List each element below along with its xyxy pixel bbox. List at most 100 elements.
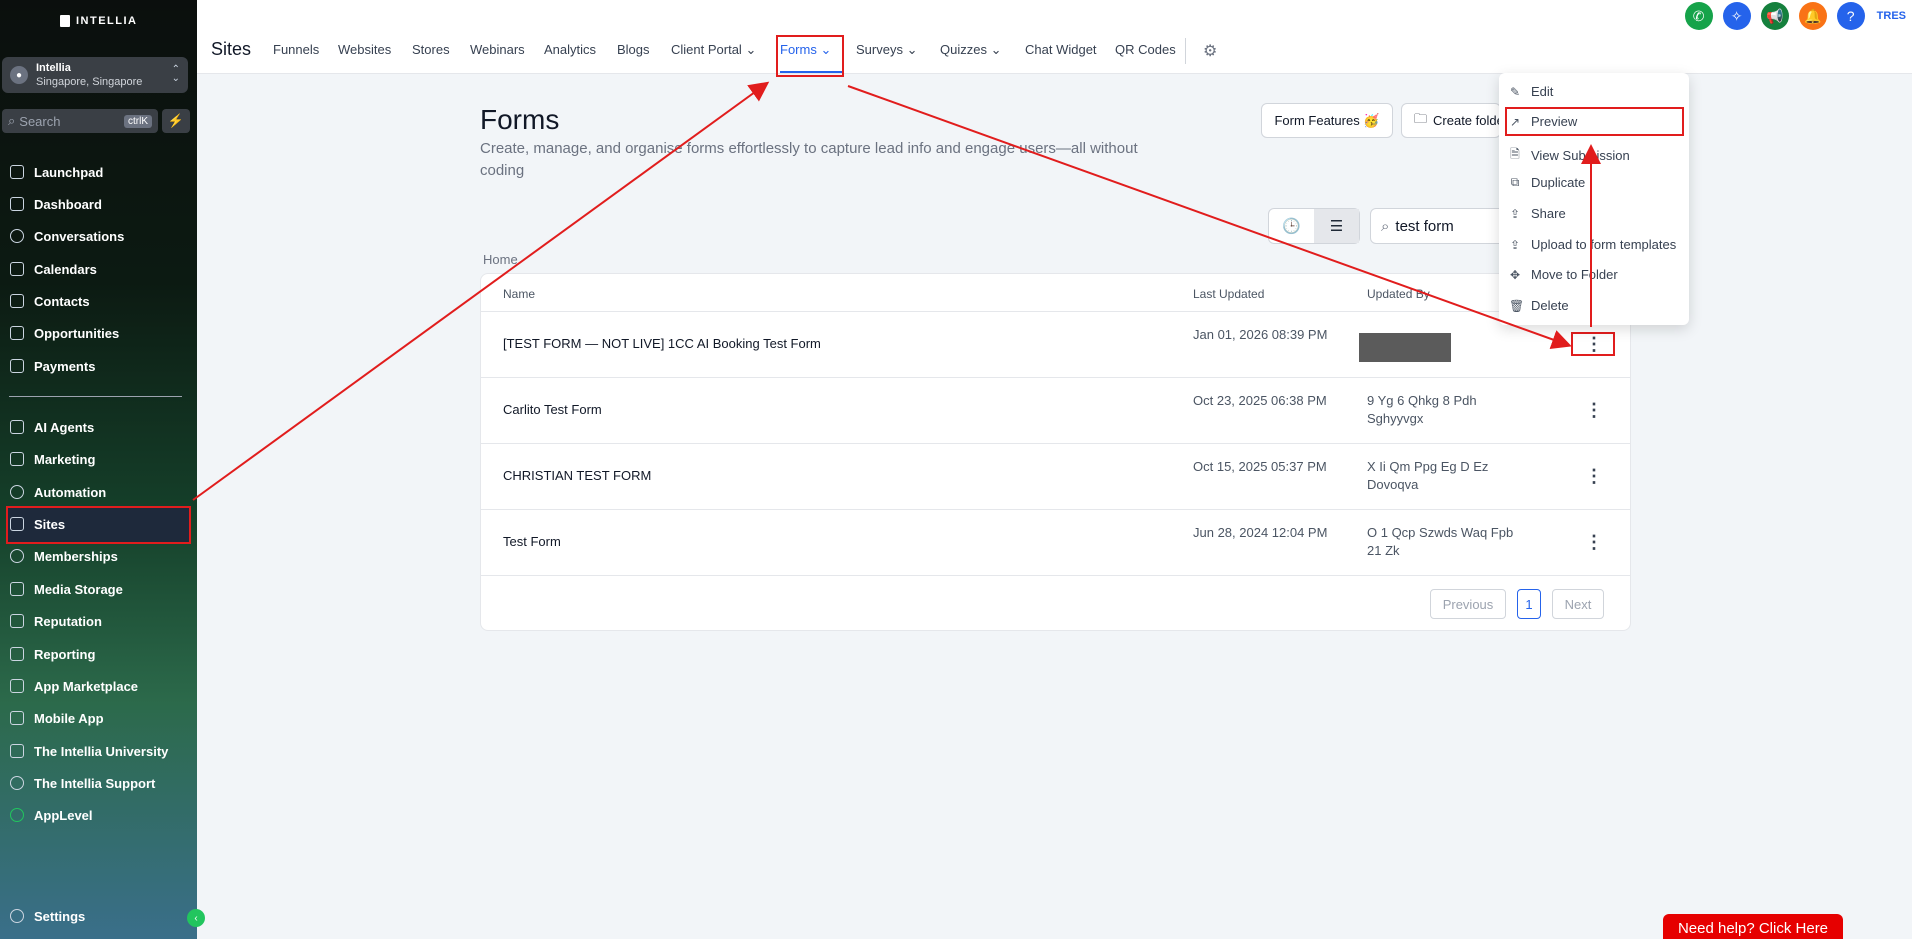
sidebar-item-label: Contacts <box>34 293 90 309</box>
form-name[interactable]: Test Form <box>503 534 561 549</box>
sidebar-item-app-marketplace[interactable]: App Marketplace <box>10 675 138 697</box>
more-options-icon[interactable]: ⋮ <box>1585 400 1603 421</box>
column-header-updated-by[interactable]: Updated By <box>1367 287 1430 301</box>
page-number-button[interactable]: 1 <box>1517 589 1541 619</box>
pencil-icon: ✎ <box>1509 84 1521 99</box>
sidebar-item-reputation[interactable]: Reputation <box>10 610 102 632</box>
column-header-name[interactable]: Name <box>503 287 535 301</box>
list-view-icon[interactable]: ☰ <box>1314 209 1359 243</box>
opportunities-icon <box>10 326 24 340</box>
tab-funnels[interactable]: Funnels <box>273 42 319 57</box>
sidebar-item-sites[interactable]: Sites <box>10 513 65 535</box>
forms-search-input[interactable]: ⌕ test form <box>1370 208 1520 244</box>
sidebar-item-label: App Marketplace <box>34 678 139 694</box>
sidebar-item-label: Media Storage <box>34 581 123 597</box>
phone-icon[interactable]: ✆ <box>1684 2 1713 30</box>
sidebar-item-label: Settings <box>34 908 86 924</box>
brand-logo[interactable]: INTELLIA <box>60 15 138 27</box>
menu-item-upload-template[interactable]: ⇪ Upload to form templates <box>1509 237 1676 252</box>
tab-analytics[interactable]: Analytics <box>544 42 596 57</box>
gear-icon[interactable]: ⚙ <box>1203 41 1217 61</box>
user-menu[interactable]: TRES <box>1877 10 1906 22</box>
sidebar-item-label: Launchpad <box>34 164 104 180</box>
menu-item-label: Duplicate <box>1531 175 1586 190</box>
menu-item-label: Delete <box>1531 298 1569 313</box>
create-folder-label: Create folder <box>1433 113 1501 128</box>
create-folder-button[interactable]: 🗀 Create folder <box>1401 103 1501 138</box>
search-shortcut: ctrlK <box>124 114 152 128</box>
magic-icon[interactable]: ✧ <box>1722 2 1751 30</box>
form-name[interactable]: Carlito Test Form <box>503 402 602 417</box>
breadcrumb[interactable]: Home <box>483 252 518 267</box>
table-header: Name Last Updated Updated By <box>481 274 1630 312</box>
bell-icon[interactable]: 🔔 <box>1798 2 1827 30</box>
chevron-down-icon: ⌄ <box>745 42 757 57</box>
sidebar-item-contacts[interactable]: Contacts <box>10 290 90 312</box>
sidebar-item-opportunities[interactable]: Opportunities <box>10 322 119 344</box>
sidebar-item-calendars[interactable]: Calendars <box>10 258 97 280</box>
gear-icon <box>10 909 24 923</box>
sidebar-item-dashboard[interactable]: Dashboard <box>10 193 102 215</box>
more-options-icon[interactable]: ⋮ <box>1585 532 1603 553</box>
quick-action-icon[interactable]: ⚡ <box>162 109 190 133</box>
menu-item-delete[interactable]: 🗑 Delete <box>1509 298 1569 313</box>
tab-websites[interactable]: Websites <box>338 42 391 57</box>
sidebar-item-settings[interactable]: Settings <box>10 905 85 927</box>
sidebar-item-support[interactable]: The Intellia Support <box>10 772 155 794</box>
sidebar-search[interactable]: ⌕ Search ctrlK <box>2 109 158 133</box>
sidebar-item-label: Opportunities <box>34 325 120 341</box>
table-row[interactable]: CHRISTIAN TEST FORM Oct 15, 2025 05:37 P… <box>481 444 1630 510</box>
recent-view-icon[interactable]: 🕒 <box>1269 209 1314 243</box>
help-icon[interactable]: ? <box>1836 2 1865 30</box>
menu-item-edit[interactable]: ✎ Edit <box>1509 84 1553 99</box>
tab-qr-codes[interactable]: QR Codes <box>1115 42 1176 57</box>
collapse-sidebar-icon[interactable]: ‹ <box>187 909 205 927</box>
preview-highlight-box <box>1505 107 1684 136</box>
sidebar-item-label: Mobile App <box>34 710 104 726</box>
sidebar-item-mobile-app[interactable]: Mobile App <box>10 707 104 729</box>
sidebar-item-automation[interactable]: Automation <box>10 481 106 503</box>
table-row[interactable]: [TEST FORM — NOT LIVE] 1CC AI Booking Te… <box>481 312 1630 378</box>
view-toggle: 🕒 ☰ <box>1268 208 1360 244</box>
sidebar-item-conversations[interactable]: Conversations <box>10 225 124 247</box>
tab-quizzes[interactable]: Quizzes ⌄ <box>940 42 1002 58</box>
tab-blogs[interactable]: Blogs <box>617 42 650 57</box>
sidebar-item-payments[interactable]: Payments <box>10 355 95 377</box>
previous-page-button[interactable]: Previous <box>1430 589 1506 619</box>
sidebar-item-university[interactable]: The Intellia University <box>10 740 168 762</box>
tab-surveys[interactable]: Surveys ⌄ <box>856 42 918 58</box>
sidebar-item-reporting[interactable]: Reporting <box>10 643 95 665</box>
menu-item-label: Move to Folder <box>1531 267 1618 282</box>
tab-client-portal[interactable]: Client Portal ⌄ <box>671 42 756 58</box>
menu-item-duplicate[interactable]: ⧉ Duplicate <box>1509 175 1586 190</box>
tab-chat-widget[interactable]: Chat Widget <box>1025 42 1097 57</box>
trend-icon <box>10 647 24 661</box>
column-header-last-updated[interactable]: Last Updated <box>1193 287 1264 301</box>
sidebar-item-marketing[interactable]: Marketing <box>10 448 95 470</box>
tab-webinars[interactable]: Webinars <box>470 42 525 57</box>
form-features-button[interactable]: Form Features 🥳 <box>1261 103 1393 138</box>
sidebar-item-ai-agents[interactable]: AI Agents <box>10 416 94 438</box>
form-name[interactable]: CHRISTIAN TEST FORM <box>503 468 651 483</box>
table-row[interactable]: Test Form Jun 28, 2024 12:04 PM O 1 Qcp … <box>481 510 1630 576</box>
menu-item-move-to-folder[interactable]: ✥ Move to Folder <box>1509 267 1618 282</box>
sidebar-item-memberships[interactable]: Memberships <box>10 545 118 567</box>
sidebar-item-media-storage[interactable]: Media Storage <box>10 578 123 600</box>
help-button[interactable]: Need help? Click Here <box>1663 914 1843 939</box>
account-switcher[interactable]: ● Intellia Singapore, Singapore ⌃ ⌄ <box>2 57 188 93</box>
sidebar-item-launchpad[interactable]: Launchpad <box>10 161 103 183</box>
megaphone-icon[interactable]: 📢 <box>1760 2 1789 30</box>
menu-item-view-submission[interactable]: 🗎 View Submission <box>1509 145 1630 166</box>
tab-stores[interactable]: Stores <box>412 42 450 57</box>
more-options-icon[interactable]: ⋮ <box>1585 466 1603 487</box>
sidebar-item-label: Reputation <box>34 613 102 629</box>
menu-item-share[interactable]: ⇪ Share <box>1509 206 1566 221</box>
page-subtitle: Create, manage, and organise forms effor… <box>480 140 1138 179</box>
apps-icon <box>10 679 24 693</box>
form-name[interactable]: [TEST FORM — NOT LIVE] 1CC AI Booking Te… <box>503 336 821 351</box>
table-row[interactable]: Carlito Test Form Oct 23, 2025 06:38 PM … <box>481 378 1630 444</box>
next-page-button[interactable]: Next <box>1552 589 1604 619</box>
form-last-updated: Oct 23, 2025 06:38 PM <box>1193 393 1327 408</box>
tab-label: Client Portal <box>671 42 742 57</box>
sidebar-item-applevel[interactable]: AppLevel <box>10 804 93 826</box>
